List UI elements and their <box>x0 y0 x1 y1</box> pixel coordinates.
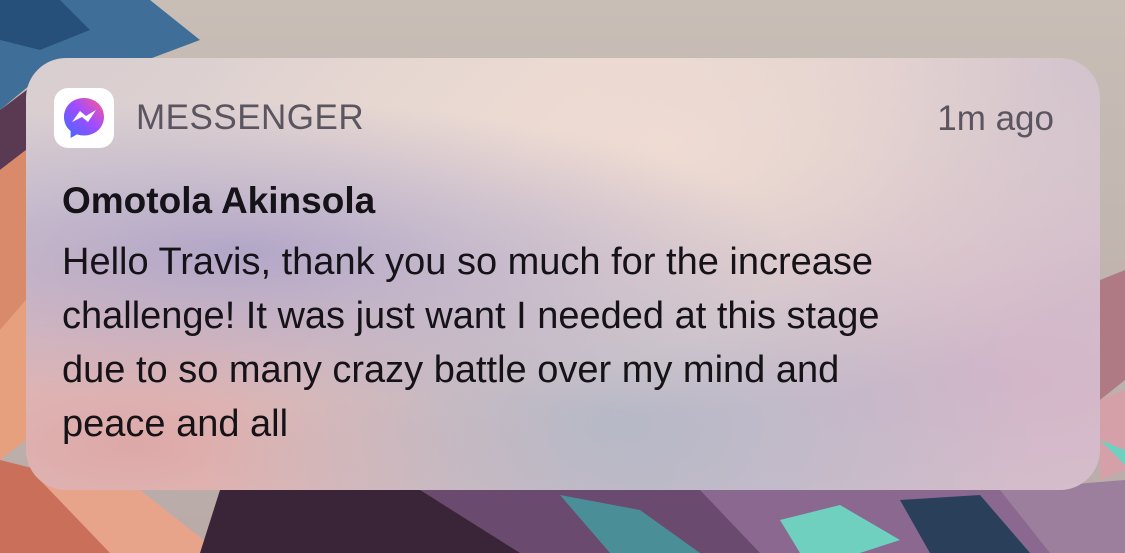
notification-card[interactable]: MESSENGER 1m ago Omotola Akinsola Hello … <box>26 58 1100 490</box>
messenger-icon <box>64 98 104 138</box>
app-name-label: MESSENGER <box>136 98 365 137</box>
messenger-app-icon <box>54 88 114 148</box>
notification-timestamp: 1m ago <box>937 99 1054 138</box>
message-body: Hello Travis, thank you so much for the … <box>62 241 880 445</box>
sender-name: Omotola Akinsola <box>62 180 376 221</box>
